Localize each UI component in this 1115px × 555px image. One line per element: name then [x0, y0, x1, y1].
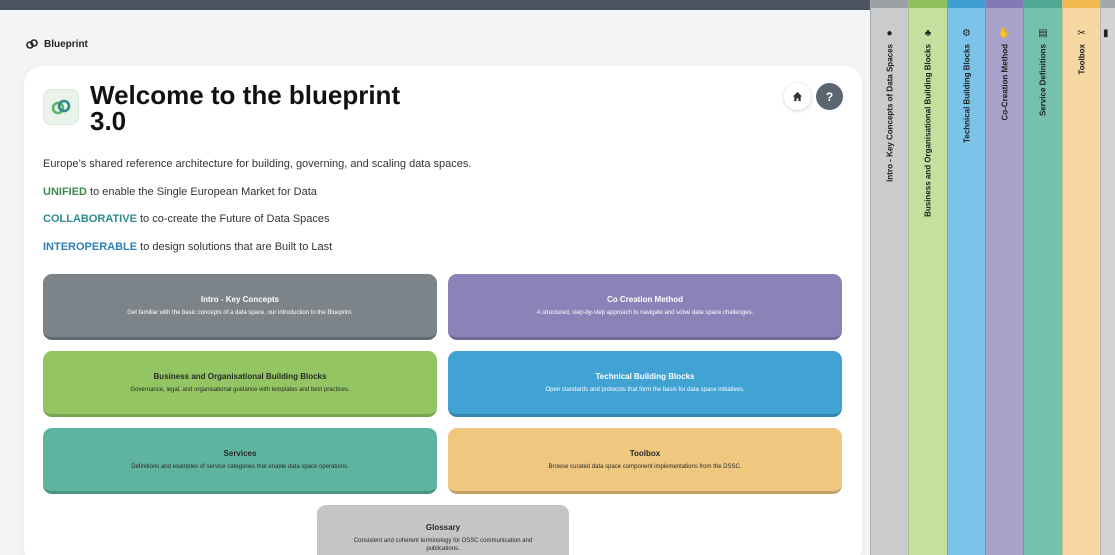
building-blocks-icon: ♣ — [924, 28, 932, 39]
tile-intro-key-concepts[interactable]: Intro - Key Concepts Get familiar with t… — [43, 274, 437, 340]
help-button[interactable]: ? — [816, 83, 843, 110]
tile-description: A structured, step-by-step approach to n… — [536, 310, 754, 316]
tile-description: Browse curated data space component impl… — [548, 464, 742, 470]
clipboard-icon: ▤ — [1038, 28, 1048, 39]
tile-description: Consistent and coherent terminology for … — [353, 538, 533, 552]
tile-technical-building-blocks[interactable]: Technical Building Blocks Open standards… — [448, 351, 842, 417]
side-tab-co-creation-method[interactable]: ✋ Co-Creation Method — [985, 0, 1023, 555]
tagline-keyword: INTEROPERABLE — [43, 241, 138, 253]
tile-description: Definitions and examples of service cate… — [131, 464, 349, 470]
home-button[interactable] — [784, 83, 811, 110]
tile-description: Get familiar with the basic concepts of … — [127, 310, 353, 316]
side-tab-label: Toolbox — [1077, 44, 1086, 75]
blueprint-logo — [43, 89, 79, 125]
glossary-icon: ▮ — [1103, 28, 1109, 39]
tab-color-strip — [1063, 0, 1100, 8]
tab-color-strip — [1101, 0, 1115, 8]
tagline-text: to enable the Single European Market for… — [87, 186, 317, 198]
side-tab-business-building-blocks[interactable]: ♣ Business and Organisational Building B… — [908, 0, 947, 555]
tagline-keyword: UNIFIED — [43, 186, 87, 198]
blueprint-logo-icon — [26, 39, 38, 49]
tagline-interoperable: INTEROPERABLE to design solutions that a… — [43, 241, 332, 253]
tile-title: Toolbox — [629, 449, 661, 458]
tile-services[interactable]: Services Definitions and examples of ser… — [43, 428, 437, 494]
tagline-collaborative: COLLABORATIVE to co-create the Future of… — [43, 213, 330, 225]
tile-title: Business and Organisational Building Blo… — [153, 372, 327, 381]
side-tab-service-definitions[interactable]: ▤ Service Definitions — [1023, 0, 1062, 555]
side-tab-label: Service Definitions — [1038, 44, 1048, 117]
tile-business-building-blocks[interactable]: Business and Organisational Building Blo… — [43, 351, 437, 417]
tile-title: Co Creation Method — [607, 295, 683, 304]
tab-color-strip — [986, 0, 1023, 8]
blueprint-logo-icon — [51, 99, 71, 115]
tab-color-strip — [871, 0, 908, 8]
tagline-keyword: COLLABORATIVE — [43, 213, 137, 225]
gears-icon: ⚙ — [962, 28, 971, 39]
tile-title: Intro - Key Concepts — [200, 295, 280, 304]
tagline-text: to co-create the Future of Data Spaces — [136, 213, 330, 225]
side-tab-toolbox[interactable]: ✂ Toolbox — [1062, 0, 1100, 555]
tile-description: Governance, legal, and organisational gu… — [130, 387, 350, 393]
help-button-label: ? — [825, 89, 834, 104]
tile-title: Technical Building Blocks — [595, 372, 695, 381]
tile-glossary[interactable]: Glossary Consistent and coherent termino… — [317, 505, 569, 555]
brand-name: Blueprint — [44, 38, 88, 50]
tile-title: Glossary — [425, 523, 461, 532]
side-tab-intro-key-concepts[interactable]: ● Intro - Key Concepts of Data Spaces — [870, 0, 908, 555]
tile-co-creation-method[interactable]: Co Creation Method A structured, step-by… — [448, 274, 842, 340]
intro-description: Europe’s shared reference architecture f… — [43, 158, 472, 170]
handshake-icon: ✋ — [998, 28, 1011, 39]
tile-title: Services — [223, 449, 257, 458]
tools-icon: ✂ — [1077, 28, 1086, 39]
tab-color-strip — [909, 0, 947, 8]
tile-description: Open standards and protocols that form t… — [545, 387, 745, 393]
side-tab-label: Co-Creation Method — [1000, 44, 1009, 121]
home-icon — [792, 91, 803, 102]
tab-color-strip — [948, 0, 985, 8]
brand[interactable]: Blueprint — [26, 38, 88, 50]
side-tab-label: Business and Organisational Building Blo… — [923, 44, 933, 217]
page-title: Welcome to the blueprint 3.0 — [90, 80, 401, 136]
side-tab-technical-building-blocks[interactable]: ⚙ Technical Building Blocks — [947, 0, 985, 555]
tagline-unified: UNIFIED to enable the Single European Ma… — [43, 186, 317, 198]
lightbulb-icon: ● — [886, 28, 893, 39]
side-tab-label: Technical Building Blocks — [962, 44, 971, 143]
side-tab-glossary[interactable]: ▮ — [1100, 0, 1115, 555]
tile-toolbox[interactable]: Toolbox Browse curated data space compon… — [448, 428, 842, 494]
tagline-text: to design solutions that are Built to La… — [137, 241, 333, 253]
top-bar — [0, 0, 870, 10]
side-tab-label: Intro - Key Concepts of Data Spaces — [885, 44, 894, 182]
tab-color-strip — [1024, 0, 1062, 8]
